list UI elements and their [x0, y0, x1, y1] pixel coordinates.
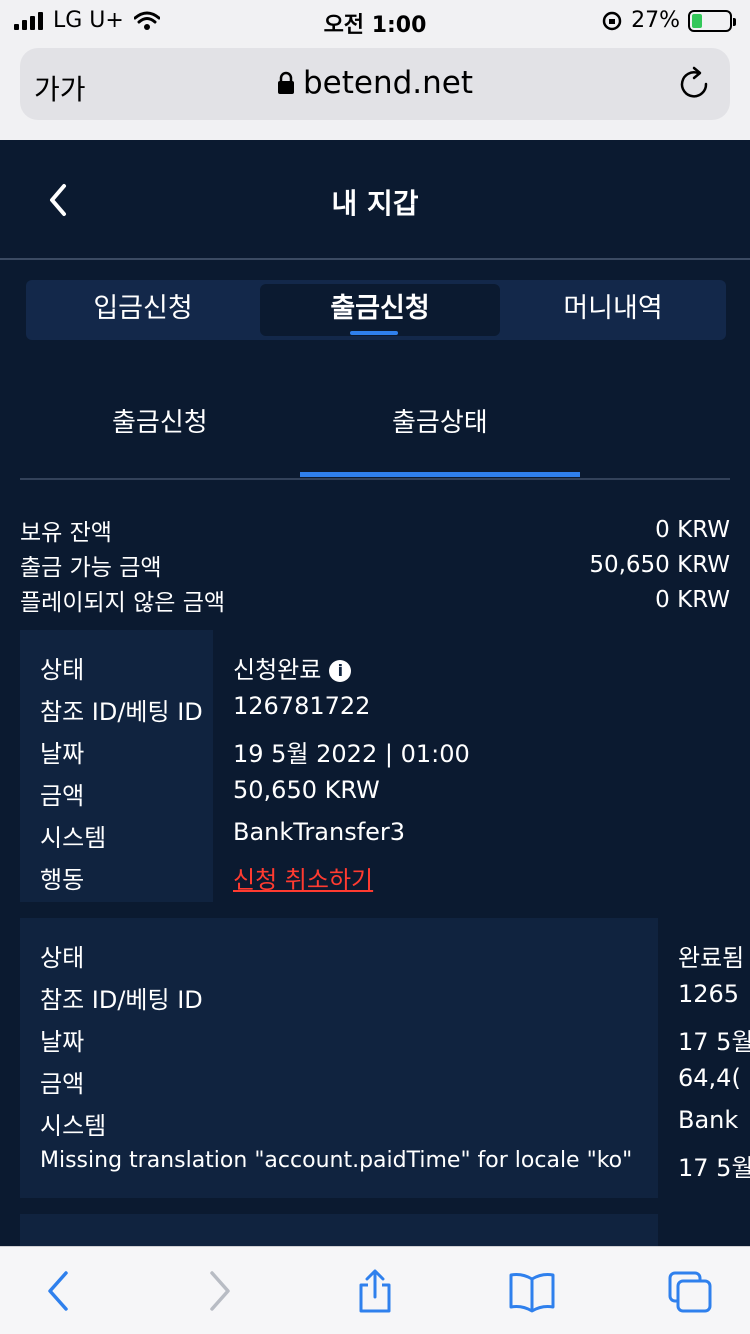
address-bar[interactable]: 가가 betend.net	[20, 48, 730, 120]
browser-chrome: LG U+ 오전 1:00 27% 가가 betend.net	[0, 0, 750, 140]
record-value: 50,650 KRW	[233, 776, 380, 804]
record-value: 1265	[678, 980, 740, 1008]
url-display[interactable]: betend.net	[20, 65, 730, 101]
record-value: 126781722	[233, 692, 371, 720]
record-label: Missing translation "account.paidTime" f…	[40, 1148, 633, 1173]
balance-value: 0 KRW	[655, 586, 730, 613]
record-status: 신청완료 i	[233, 650, 352, 685]
record-label: 참조 ID/베팅 ID	[40, 698, 203, 726]
battery-percent: 27%	[631, 8, 680, 33]
record-label: 참조 ID/베팅 ID	[40, 986, 203, 1014]
browser-toolbar	[0, 1246, 750, 1334]
record-label: 날짜	[40, 740, 85, 768]
orientation-lock-icon	[602, 11, 622, 30]
status-bar: LG U+ 오전 1:00 27%	[0, 0, 750, 40]
browser-back-icon[interactable]	[36, 1269, 84, 1313]
record-value: Bank	[678, 1106, 739, 1134]
record-value: 19 5월 2022 | 01:00	[233, 740, 470, 768]
balance-label: 플레이되지 않은 금액	[20, 589, 226, 616]
reload-icon[interactable]	[678, 66, 712, 102]
share-icon[interactable]	[351, 1269, 399, 1313]
lock-icon	[277, 71, 294, 94]
tabs-icon[interactable]	[666, 1269, 714, 1313]
balance-value: 0 KRW	[655, 516, 730, 543]
withdraw-record-card	[20, 1214, 658, 1246]
record-label: 금액	[40, 1070, 85, 1098]
cancel-request-link[interactable]: 신청 취소하기	[233, 860, 373, 895]
subtab-withdraw-request[interactable]: 출금신청	[112, 402, 208, 439]
page-title: 내 지갑	[331, 187, 419, 220]
record-label: 날짜	[40, 1028, 85, 1056]
balance-label: 보유 잔액	[20, 519, 112, 546]
active-tab-indicator	[350, 331, 398, 335]
record-label: 시스템	[40, 1112, 107, 1140]
withdraw-record-card: 상태 완료됨 참조 ID/베팅 ID 1265 날짜 17 5월 금액 64,4…	[20, 918, 750, 1198]
browser-forward-icon[interactable]	[194, 1269, 242, 1313]
battery-icon	[688, 9, 736, 32]
record-value: 17 5월	[678, 1154, 750, 1182]
record-value: 64,4(	[678, 1064, 741, 1092]
balance-label: 출금 가능 금액	[20, 554, 162, 581]
url-text: betend.net	[302, 65, 474, 101]
sub-tabs: 출금신청 출금상태	[20, 380, 730, 480]
balance-row: 플레이되지 않은 금액 0 KRW	[20, 582, 730, 617]
app-header: 내 지갑	[0, 140, 750, 260]
balance-value: 50,650 KRW	[589, 551, 730, 578]
record-value: 17 5월	[678, 1028, 750, 1056]
balance-row: 보유 잔액 0 KRW	[20, 512, 730, 547]
record-value: BankTransfer3	[233, 818, 406, 846]
record-label: 행동	[40, 866, 85, 894]
balance-summary: 보유 잔액 0 KRW 출금 가능 금액 50,650 KRW 플레이되지 않은…	[20, 512, 730, 617]
active-subtab-indicator	[300, 472, 580, 477]
subtab-withdraw-status[interactable]: 출금상태	[392, 402, 488, 439]
record-label: 상태	[40, 944, 85, 972]
info-icon[interactable]: i	[329, 660, 352, 682]
record-label: 금액	[40, 782, 85, 810]
balance-row: 출금 가능 금액 50,650 KRW	[20, 547, 730, 582]
tab-money-history[interactable]: 머니내역	[504, 284, 722, 336]
tab-withdraw[interactable]: 출금신청	[260, 284, 500, 336]
record-value: 완료됨	[678, 944, 745, 972]
tab-deposit[interactable]: 입금신청	[30, 284, 256, 336]
record-label: 시스템	[40, 824, 107, 852]
bookmarks-icon[interactable]	[508, 1269, 556, 1313]
withdraw-record-card: 상태 신청완료 i 참조 ID/베팅 ID 126781722 날짜 19 5월 …	[20, 630, 470, 902]
record-label: 상태	[40, 656, 85, 684]
